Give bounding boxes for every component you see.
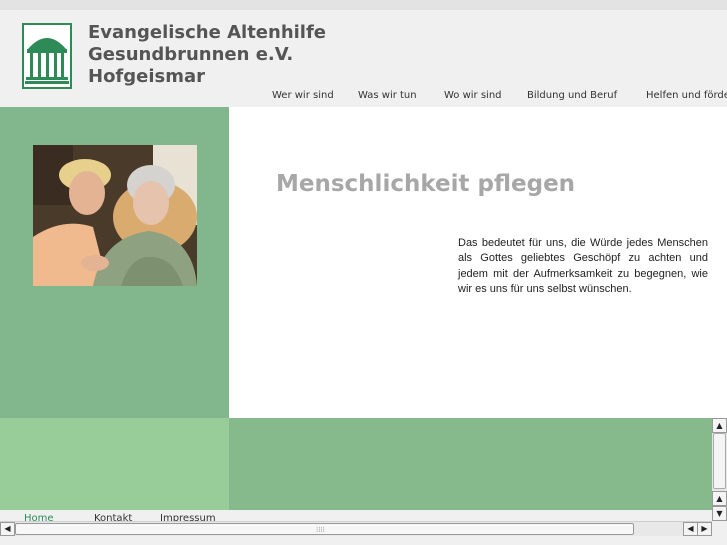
- footer-right-block: [229, 418, 712, 510]
- gazebo-logo-icon[interactable]: [22, 23, 72, 89]
- org-name-line-1: Evangelische Altenhilfe: [88, 22, 327, 43]
- intro-text: Das bedeutet für uns, die Würde jedes Me…: [458, 237, 708, 296]
- org-name-line-2: Gesundbrunnen e.V.: [88, 44, 294, 65]
- window-top-strip: [0, 0, 727, 10]
- org-name-line-3: Hofgeismar: [88, 66, 206, 87]
- nav-item-bildung-und-beruf[interactable]: Bildung und Beruf: [527, 90, 617, 101]
- window-bottom-strip: [0, 536, 727, 545]
- organization-name: Evangelische Altenhilfe Gesundbrunnen e.…: [88, 22, 326, 88]
- horizontal-scroll-thumb[interactable]: ⁞⁞⁞⁞: [15, 523, 634, 535]
- scroll-grip-icon: ⁞⁞⁞⁞: [316, 526, 325, 534]
- arrow-right-icon[interactable]: ▶: [697, 522, 712, 536]
- nav-item-was-wir-tun[interactable]: Was wir tun: [358, 90, 417, 101]
- footer-left-block: [0, 418, 229, 510]
- vertical-scrollbar[interactable]: ▲ ▲ ▼: [712, 418, 727, 521]
- arrow-up-icon[interactable]: ▲: [712, 418, 727, 433]
- nav-item-helfen-und-foerdern[interactable]: Helfen und förde: [646, 90, 727, 101]
- caregiver-and-senior-photo: [33, 145, 197, 286]
- left-sidebar: [0, 107, 229, 418]
- vertical-scroll-thumb[interactable]: [713, 433, 726, 489]
- arrow-down-icon[interactable]: ▼: [712, 506, 727, 521]
- arrow-left-icon[interactable]: ◀: [683, 522, 698, 536]
- nav-item-wer-wir-sind[interactable]: Wer wir sind: [272, 90, 334, 101]
- arrow-left-icon[interactable]: ◀: [0, 522, 15, 536]
- footer-navigation: Home Kontakt Impressum: [0, 510, 229, 521]
- horizontal-scrollbar[interactable]: ◀ ⁞⁞⁞⁞ ◀ ▶: [0, 521, 712, 536]
- footer-link-impressum[interactable]: Impressum: [160, 513, 216, 521]
- main-content: Menschlichkeit pflegen Das bedeutet für …: [229, 107, 727, 418]
- site-header: Evangelische Altenhilfe Gesundbrunnen e.…: [0, 10, 727, 107]
- footer-link-kontakt[interactable]: Kontakt: [94, 513, 132, 521]
- arrow-up-icon[interactable]: ▲: [712, 491, 727, 506]
- nav-item-wo-wir-sind[interactable]: Wo wir sind: [444, 90, 502, 101]
- footer-link-home[interactable]: Home: [24, 513, 54, 521]
- page-headline: Menschlichkeit pflegen: [276, 171, 576, 197]
